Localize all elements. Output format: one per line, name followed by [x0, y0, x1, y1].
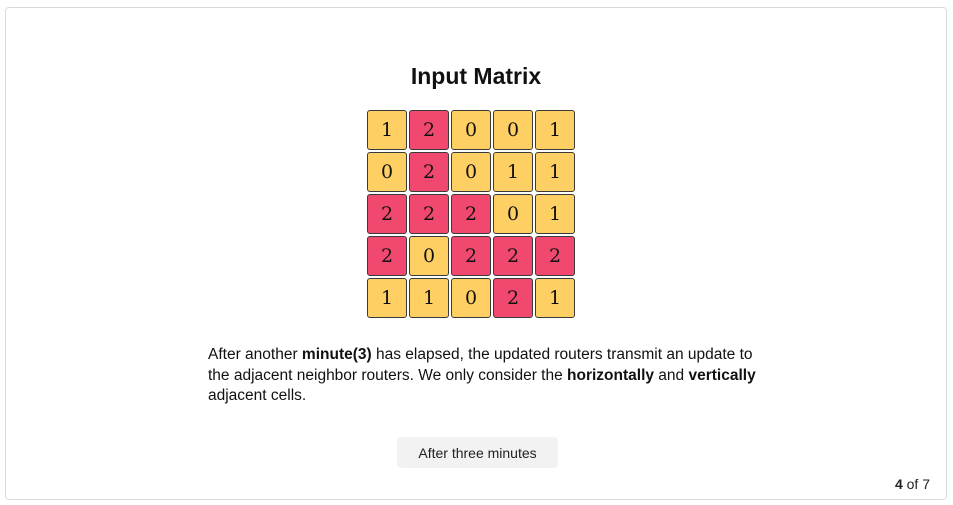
matrix-cell: 2	[367, 194, 407, 234]
slide-pager: 4 of 7	[895, 476, 930, 492]
after-three-minutes-button[interactable]: After three minutes	[397, 437, 558, 468]
matrix-cell: 1	[535, 194, 575, 234]
matrix-cell: 1	[367, 278, 407, 318]
matrix-cell: 0	[367, 152, 407, 192]
matrix-cell: 2	[367, 236, 407, 276]
desc-bold-horizontally: horizontally	[567, 366, 654, 384]
matrix-cell: 0	[409, 236, 449, 276]
matrix-cell: 0	[493, 194, 533, 234]
matrix-cell: 2	[451, 194, 491, 234]
desc-bold-vertically: vertically	[688, 366, 756, 384]
step-description: After another minute(3) has elapsed, the…	[208, 345, 768, 407]
matrix-cell: 2	[409, 194, 449, 234]
matrix-grid: 1200102011222012022211021	[367, 110, 575, 318]
matrix-cell: 1	[409, 278, 449, 318]
matrix-cell: 1	[367, 110, 407, 150]
matrix-cell: 1	[493, 152, 533, 192]
matrix-cell: 2	[493, 236, 533, 276]
pager-total: 7	[922, 476, 930, 492]
matrix-cell: 2	[409, 152, 449, 192]
matrix-cell: 2	[409, 110, 449, 150]
matrix-cell: 0	[493, 110, 533, 150]
matrix-cell: 1	[535, 110, 575, 150]
matrix-cell: 0	[451, 110, 491, 150]
desc-text-1: After another	[208, 346, 302, 363]
matrix-cell: 2	[451, 236, 491, 276]
matrix-cell: 1	[535, 152, 575, 192]
desc-text-3: and	[654, 366, 689, 384]
matrix-cell: 0	[451, 152, 491, 192]
page-title: Input Matrix	[410, 63, 542, 89]
desc-bold-minute: minute(3)	[301, 346, 372, 363]
matrix-cell: 2	[493, 278, 533, 318]
slide-card: Input Matrix 1200102011222012022211021 A…	[5, 7, 947, 500]
pager-current: 4	[894, 476, 903, 492]
matrix-cell: 1	[535, 278, 575, 318]
desc-text-4: adjacent cells.	[208, 387, 307, 404]
matrix-cell: 2	[535, 236, 575, 276]
matrix-cell: 0	[451, 278, 491, 318]
pager-separator: of	[902, 476, 923, 492]
